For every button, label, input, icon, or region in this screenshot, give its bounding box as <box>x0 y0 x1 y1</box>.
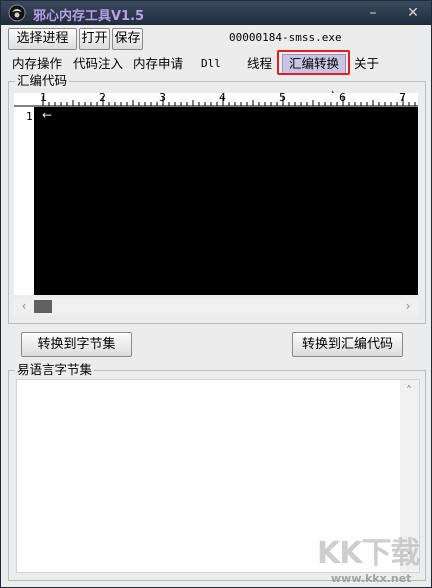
caret-arrow-icon: ← <box>42 108 53 122</box>
open-button[interactable]: 打开 <box>79 28 110 50</box>
assembly-code-title: 汇编代码 <box>15 73 70 88</box>
tab-memory-ops[interactable]: 内存操作 <box>12 55 62 73</box>
ruler-number: 7 <box>399 91 406 104</box>
convert-to-asm-button[interactable]: 转换到汇编代码 <box>292 332 403 357</box>
title-bar[interactable]: 邪心内存工具V1.5 – ✕ <box>1 1 431 25</box>
ruler: 1 2 3 4 5 6 7 <box>14 91 418 107</box>
tab-code-injection[interactable]: 代码注入 <box>73 55 123 73</box>
select-process-button[interactable]: 选择进程 <box>8 28 77 50</box>
ruler-number: 4 <box>219 91 226 104</box>
main-window: 邪心内存工具V1.5 – ✕ 选择进程 打开 保存 00000184-smss.… <box>0 0 432 588</box>
convert-to-bytes-button[interactable]: 转换到字节集 <box>21 332 132 357</box>
ruler-ticks <box>14 96 418 107</box>
horizontal-scrollbar[interactable]: ‹ › <box>14 298 418 315</box>
minimize-button[interactable]: – <box>363 3 383 23</box>
app-logo-icon <box>8 4 26 22</box>
watermark-text: KK下载 <box>317 536 420 571</box>
scroll-up-icon[interactable]: ˄ <box>401 384 417 398</box>
line-gutter: 1 <box>14 107 34 295</box>
tab-memory-alloc[interactable]: 内存申请 <box>133 55 183 73</box>
ruler-number: 6 <box>339 91 346 104</box>
ruler-number: 5 <box>279 91 286 104</box>
close-button[interactable]: ✕ <box>403 3 423 23</box>
horizontal-scroll-thumb[interactable] <box>34 300 52 313</box>
scroll-left-icon[interactable]: ‹ <box>16 298 32 315</box>
watermark-url: www.kkx.net <box>331 572 412 585</box>
tab-dll[interactable]: Dll <box>201 55 221 73</box>
line-number: 1 <box>26 110 33 123</box>
ruler-number: 2 <box>99 91 106 104</box>
save-button[interactable]: 保存 <box>112 28 143 50</box>
tab-about[interactable]: 关于 <box>354 55 379 73</box>
tab-highlight-box <box>277 50 350 75</box>
assembly-editor[interactable]: 1 ← <box>14 107 418 295</box>
window-title: 邪心内存工具V1.5 <box>33 9 145 24</box>
bytes-group-title: 易语言字节集 <box>15 362 95 377</box>
ruler-number: 1 <box>40 91 47 104</box>
tab-threads[interactable]: 线程 <box>247 55 272 73</box>
watermark-logo: KK下载 www.kkx.net <box>313 526 429 586</box>
scroll-right-icon[interactable]: › <box>400 298 416 315</box>
assembly-code-input[interactable]: ← <box>34 107 418 295</box>
current-process-label: 00000184-smss.exe <box>229 31 342 44</box>
ruler-number: 3 <box>159 91 166 104</box>
